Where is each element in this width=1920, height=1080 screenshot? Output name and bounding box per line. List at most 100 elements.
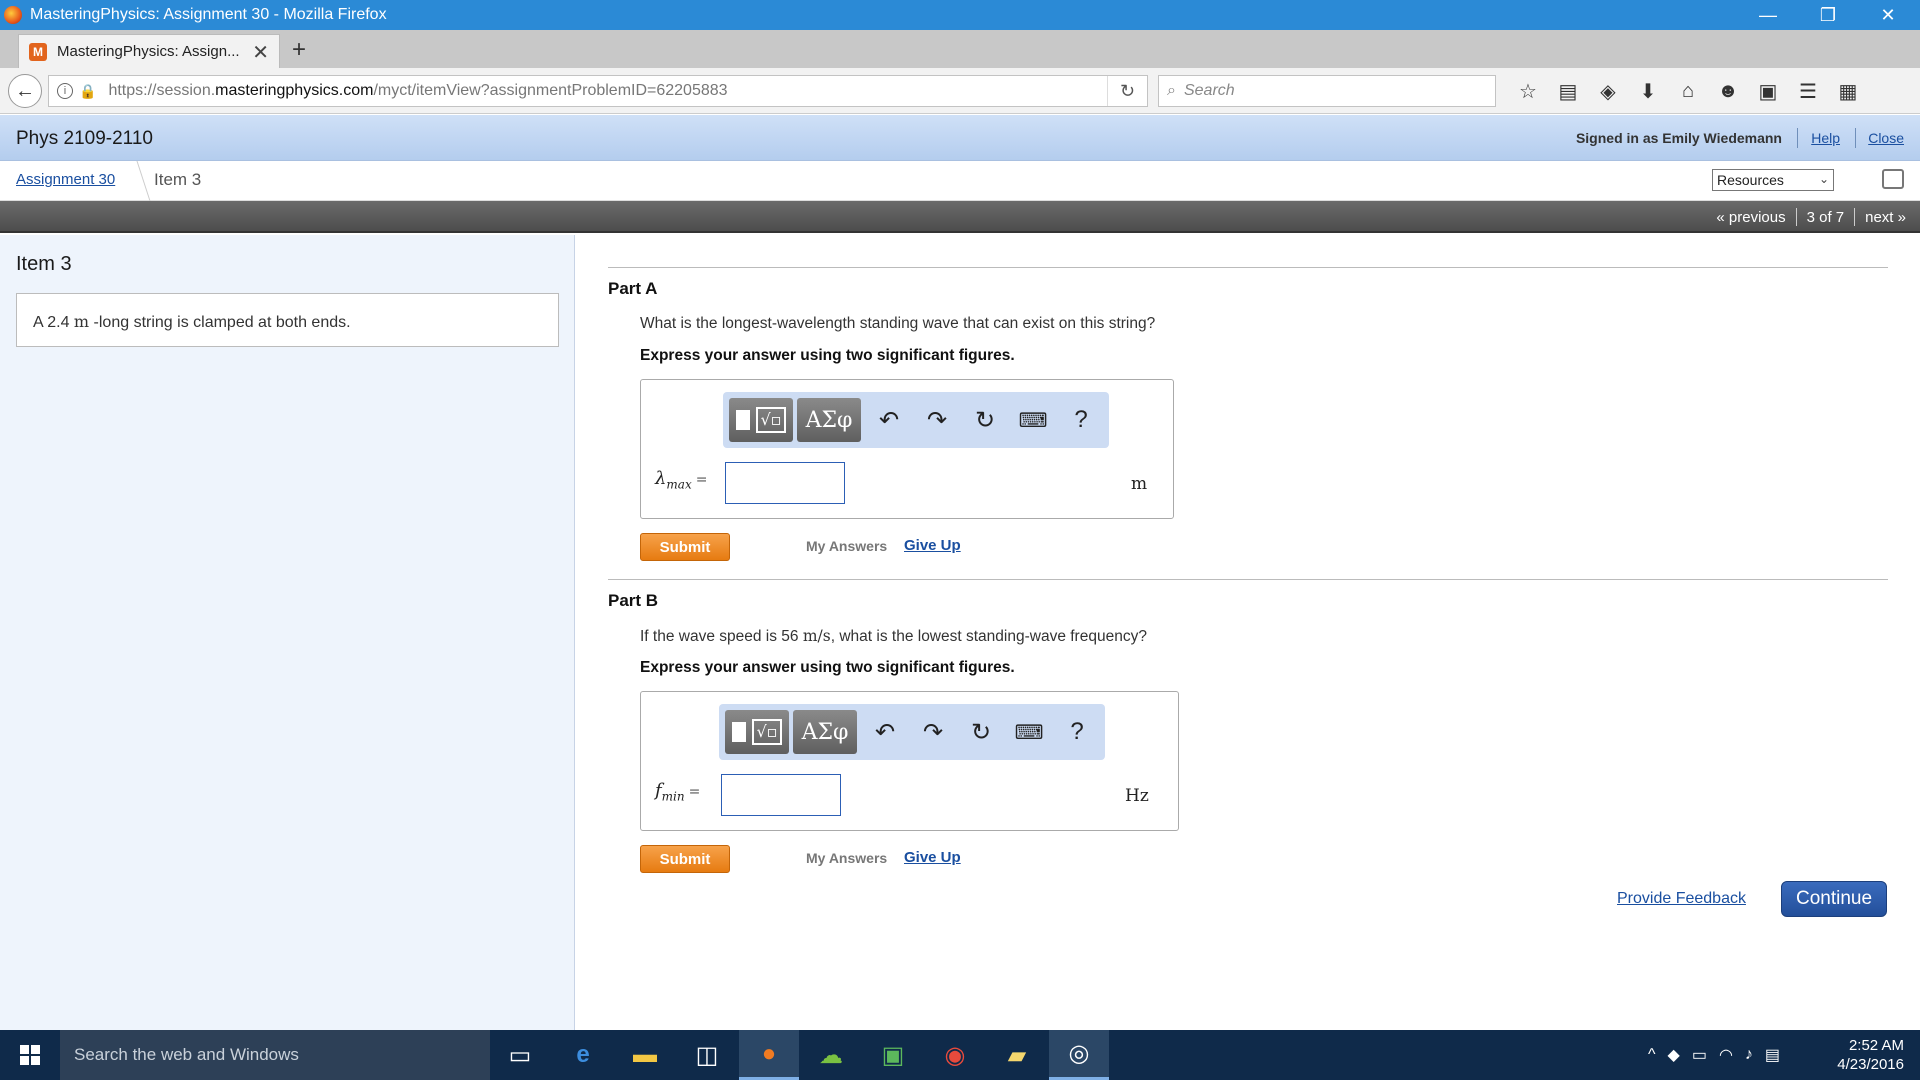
- divider: [608, 267, 1888, 268]
- chevron-up-icon[interactable]: ^: [1648, 1046, 1656, 1064]
- breadcrumb: Assignment 30 Item 3 Resources ⌄: [0, 161, 1920, 201]
- undo-icon[interactable]: ↶: [861, 718, 909, 747]
- back-button[interactable]: ←: [8, 74, 42, 108]
- restore-button[interactable]: ❐: [1800, 0, 1856, 30]
- math-toolbar: √▫ ΑΣφ ↶ ↷ ↻ ⌨ ?: [723, 392, 1109, 448]
- notifications-icon[interactable]: ▤: [1765, 1045, 1780, 1065]
- reset-icon[interactable]: ↻: [957, 718, 1005, 747]
- help-link[interactable]: Help: [1811, 130, 1840, 146]
- clock-time: 2:52 AM: [1848, 1037, 1904, 1054]
- redo-icon[interactable]: ↷: [913, 406, 961, 435]
- amazon-icon[interactable]: ▣: [1748, 79, 1788, 104]
- start-button[interactable]: [0, 1030, 60, 1080]
- taskbar: Search the web and Windows ▭ e ▬ ◫ ● ☁ ▣…: [0, 1030, 1920, 1080]
- task-view-icon[interactable]: ▭: [490, 1030, 550, 1080]
- undo-icon[interactable]: ↶: [865, 406, 913, 435]
- info-icon[interactable]: i: [57, 83, 73, 99]
- home-icon[interactable]: ⌂: [1668, 80, 1708, 103]
- part-a-give-up-link[interactable]: Give Up: [904, 537, 961, 554]
- pager: « previous 3 of 7 next »: [1716, 208, 1906, 226]
- keyboard-icon[interactable]: ⌨: [1009, 408, 1057, 433]
- folder-icon[interactable]: ▰: [987, 1030, 1047, 1080]
- header-divider: [1855, 128, 1856, 148]
- evernote-icon[interactable]: ▣: [863, 1030, 923, 1080]
- part-b: Part B If the wave speed is 56 m/s, what…: [608, 579, 1888, 879]
- math-toolbar: √▫ ΑΣφ ↶ ↷ ↻ ⌨ ?: [719, 704, 1105, 760]
- problem-text: A 2.4: [33, 314, 74, 331]
- bookmark-star-icon[interactable]: ☆: [1508, 79, 1548, 104]
- part-b-submit-button[interactable]: Submit: [640, 845, 730, 873]
- divider: [608, 579, 1888, 580]
- part-b-give-up-link[interactable]: Give Up: [904, 849, 961, 866]
- store-icon[interactable]: ◫: [677, 1030, 737, 1080]
- reload-icon[interactable]: ↻: [1107, 76, 1147, 106]
- minimize-button[interactable]: —: [1740, 0, 1796, 30]
- problem-text-rest: -long string is clamped at both ends.: [89, 314, 351, 331]
- edge-icon[interactable]: e: [553, 1030, 613, 1080]
- print-icon[interactable]: [1882, 169, 1904, 189]
- download-icon[interactable]: ⬇: [1628, 79, 1668, 104]
- url-domain: masteringphysics.com: [215, 82, 374, 99]
- part-b-answer-box: √▫ ΑΣφ ↶ ↷ ↻ ⌨ ? fmin = Hz: [640, 691, 1179, 831]
- pocket-icon[interactable]: ◈: [1588, 79, 1628, 104]
- chat-icon[interactable]: ☻: [1708, 80, 1748, 103]
- problem-statement: A 2.4 m -long string is clamped at both …: [16, 293, 559, 347]
- battery-icon[interactable]: ▭: [1692, 1045, 1707, 1065]
- item-heading: Item 3: [16, 253, 72, 275]
- templates-button[interactable]: √▫: [725, 710, 789, 754]
- tab-masteringphysics[interactable]: M MasteringPhysics: Assign... ✕: [18, 34, 280, 68]
- reading-list-icon[interactable]: ▤: [1548, 79, 1588, 104]
- help-question-icon[interactable]: ?: [1057, 406, 1105, 434]
- close-tab-icon[interactable]: ✕: [252, 40, 269, 65]
- close-window-button[interactable]: ✕: [1860, 0, 1916, 30]
- firefox-icon: [4, 6, 22, 24]
- header-divider: [1797, 128, 1798, 148]
- greek-symbols-button[interactable]: ΑΣφ: [797, 398, 861, 442]
- resources-dropdown[interactable]: Resources ⌄: [1712, 169, 1834, 191]
- navigation-bar: ← i 🔒 https://session. masteringphysics.c…: [0, 68, 1920, 114]
- url-bar[interactable]: i 🔒 https://session. masteringphysics.com…: [48, 75, 1148, 107]
- volume-icon[interactable]: ♪: [1745, 1046, 1753, 1064]
- url-prefix: https://session.: [108, 82, 216, 99]
- next-link[interactable]: next »: [1865, 209, 1906, 226]
- part-a-label: Part A: [608, 279, 658, 298]
- search-bar[interactable]: ⌕ Search: [1158, 75, 1496, 107]
- toolbar-icons: ☆ ▤ ◈ ⬇ ⌂ ☻ ▣ ☰ ▦: [1508, 76, 1868, 106]
- chrome-icon[interactable]: ◉: [925, 1030, 985, 1080]
- part-a-my-answers-link[interactable]: My Answers: [806, 538, 887, 554]
- part-a: Part A What is the longest-wavelength st…: [608, 267, 1888, 567]
- cloud-app-icon[interactable]: ☁: [801, 1030, 861, 1080]
- menu-icon[interactable]: ☰: [1788, 79, 1828, 104]
- window-title: MasteringPhysics: Assignment 30 - Mozill…: [30, 6, 387, 23]
- part-a-answer-box: √▫ ΑΣφ ↶ ↷ ↻ ⌨ ? λmax = m: [640, 379, 1174, 519]
- templates-button[interactable]: √▫: [729, 398, 793, 442]
- continue-button[interactable]: Continue: [1781, 881, 1887, 917]
- previous-link[interactable]: « previous: [1716, 209, 1785, 226]
- extension-icon[interactable]: ▦: [1828, 79, 1868, 104]
- breadcrumb-assignment-link[interactable]: Assignment 30: [16, 171, 115, 188]
- pager-bar: « previous 3 of 7 next »: [0, 201, 1920, 233]
- keyboard-icon[interactable]: ⌨: [1005, 720, 1053, 745]
- part-a-submit-button[interactable]: Submit: [640, 533, 730, 561]
- wifi-icon[interactable]: ◠: [1719, 1045, 1733, 1065]
- clock[interactable]: 2:52 AM 4/23/2016: [1826, 1036, 1904, 1074]
- reset-icon[interactable]: ↻: [961, 406, 1009, 435]
- file-explorer-icon[interactable]: ▬: [615, 1030, 675, 1080]
- greek-symbols-button[interactable]: ΑΣφ: [793, 710, 857, 754]
- help-question-icon[interactable]: ?: [1053, 718, 1101, 746]
- firefox-taskbar-icon[interactable]: ●: [739, 1030, 799, 1080]
- pager-divider: [1854, 208, 1856, 226]
- steam-icon[interactable]: ◎: [1049, 1030, 1109, 1080]
- provide-feedback-link[interactable]: Provide Feedback: [1617, 890, 1746, 908]
- taskbar-search[interactable]: Search the web and Windows: [60, 1030, 490, 1080]
- shield-icon[interactable]: ◆: [1668, 1045, 1680, 1065]
- part-b-my-answers-link[interactable]: My Answers: [806, 850, 887, 866]
- chevron-down-icon: ⌄: [1818, 172, 1829, 186]
- lambda-max-input[interactable]: [725, 462, 845, 504]
- new-tab-button[interactable]: +: [292, 36, 306, 64]
- clock-date: 4/23/2016: [1837, 1056, 1904, 1073]
- close-link[interactable]: Close: [1868, 130, 1904, 146]
- f-min-label: fmin =: [655, 780, 701, 804]
- redo-icon[interactable]: ↷: [909, 718, 957, 747]
- f-min-input[interactable]: [721, 774, 841, 816]
